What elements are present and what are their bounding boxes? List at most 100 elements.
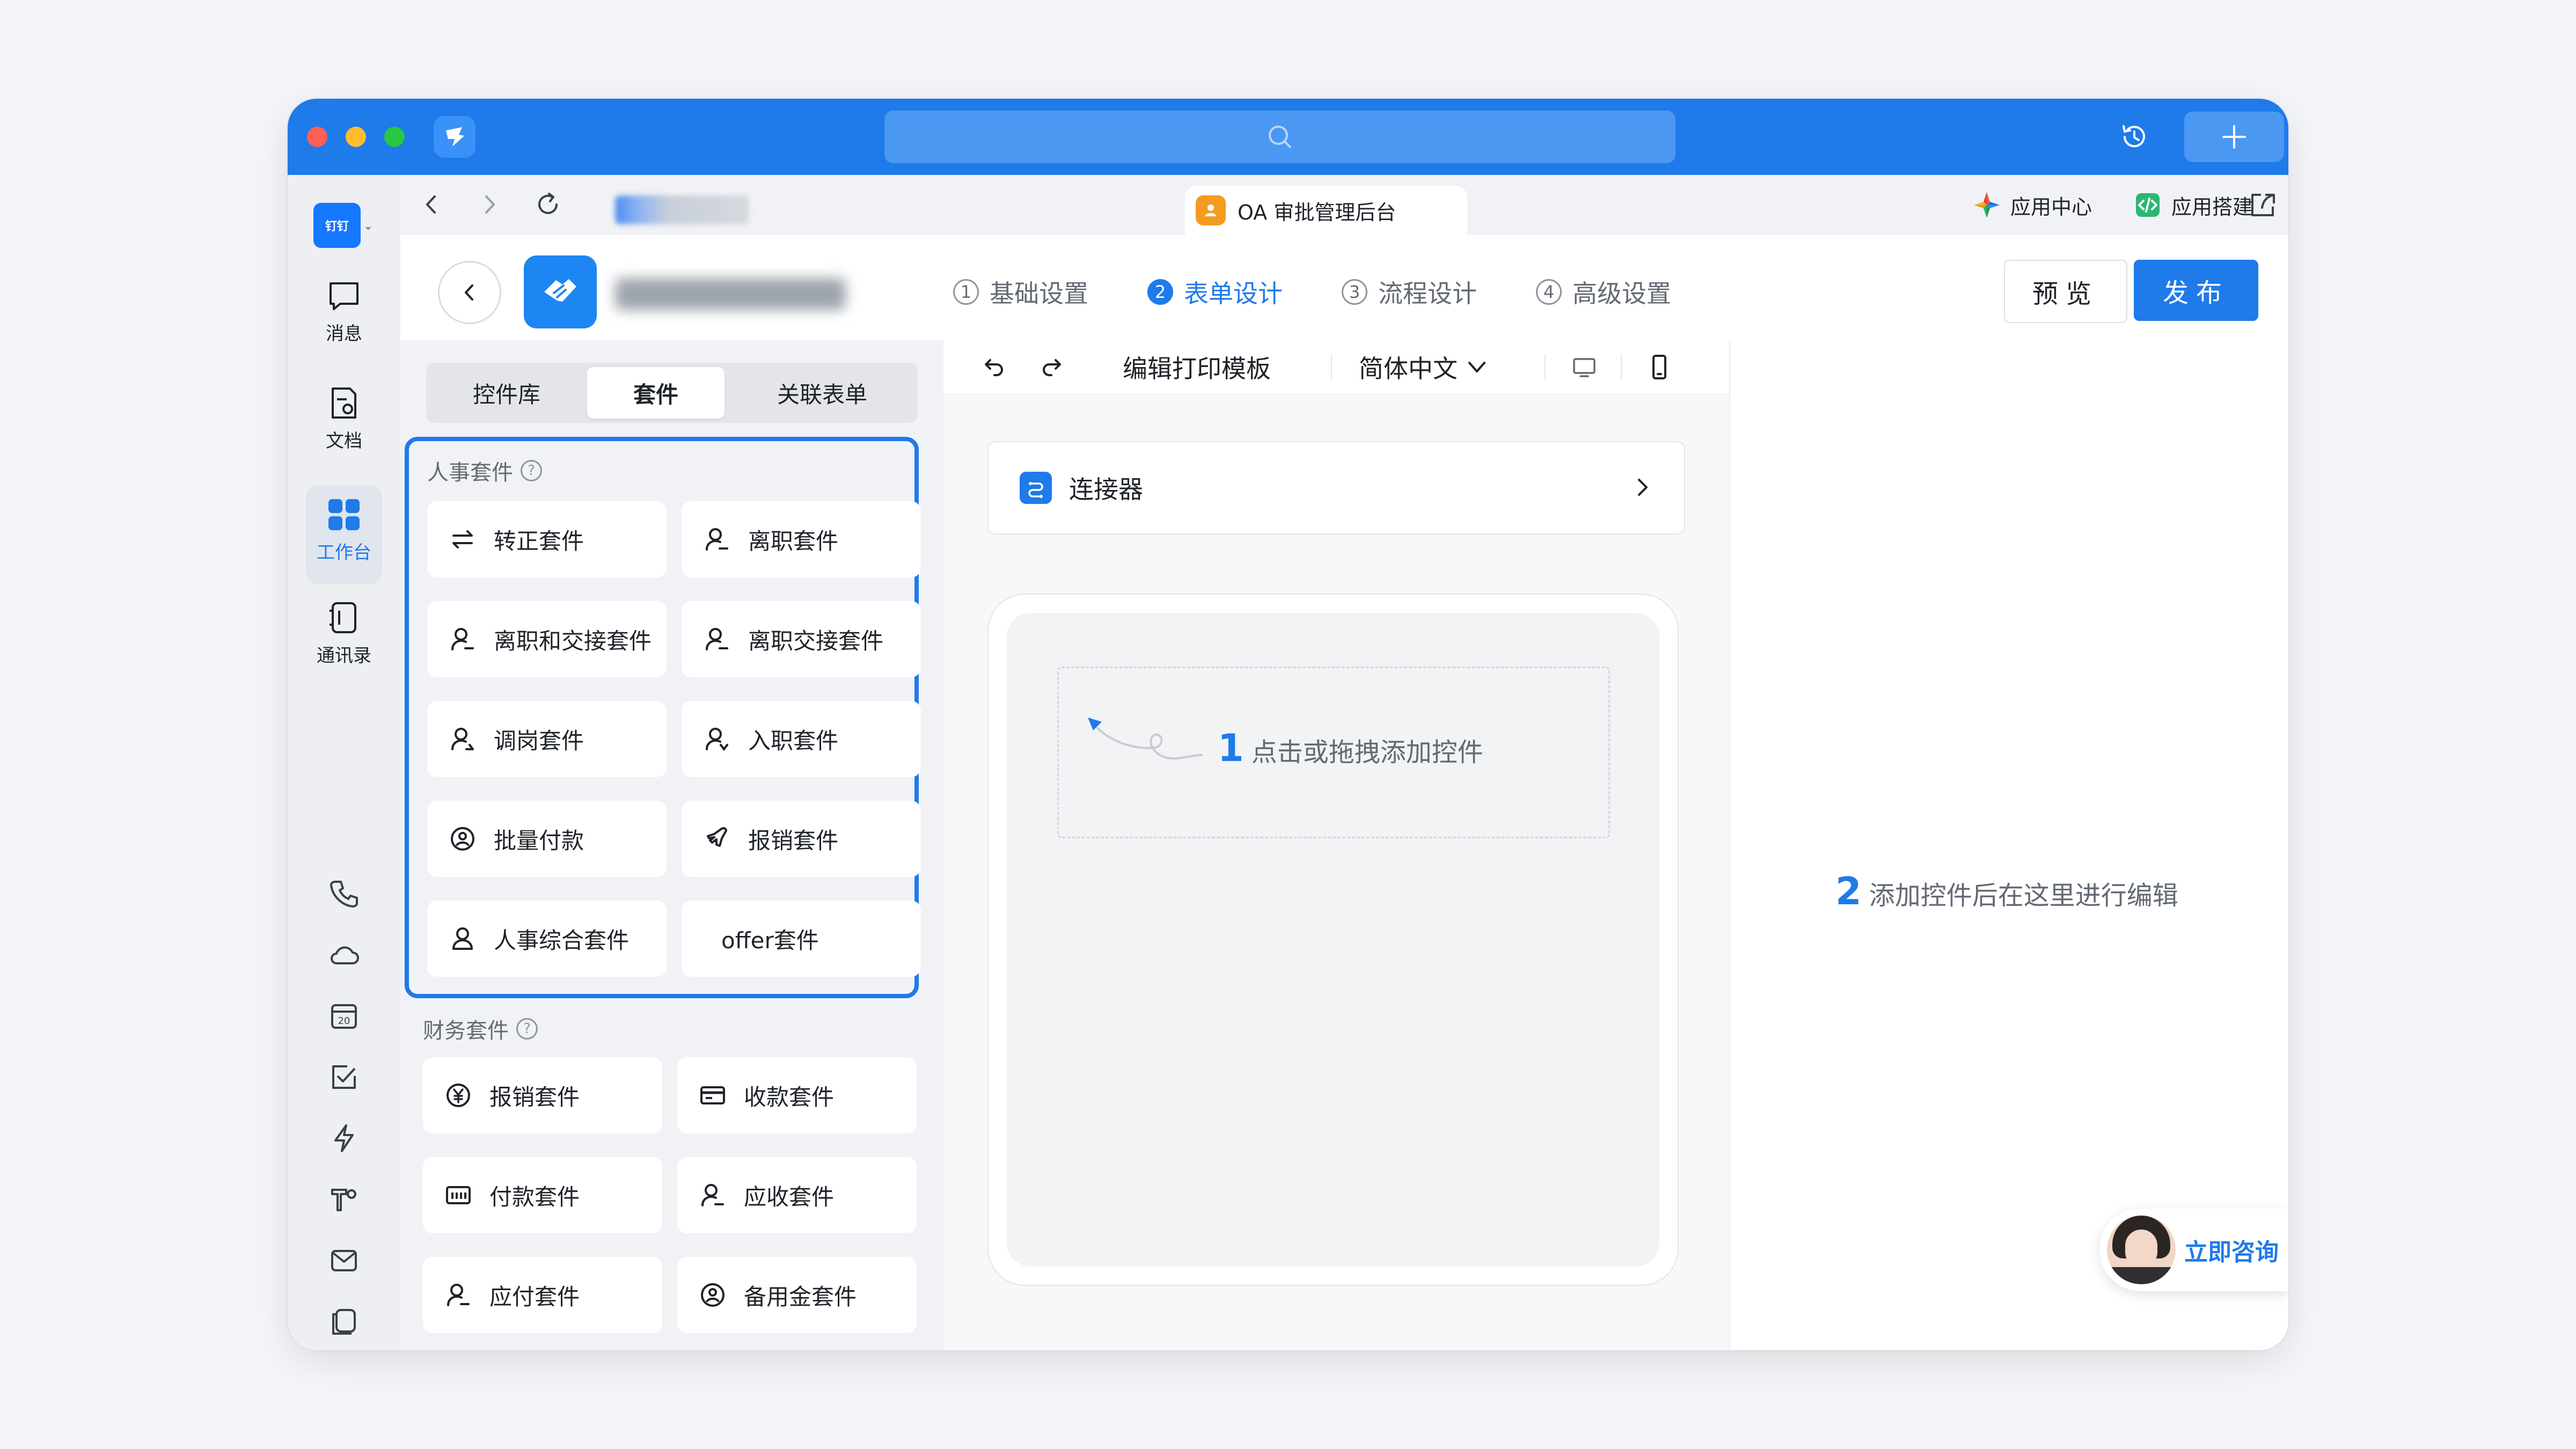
- kit-label: 调岗套件: [494, 727, 584, 754]
- app-center-link[interactable]: 应用中心: [1972, 187, 2092, 223]
- kit-card-resign-handover[interactable]: 离职和交接套件: [427, 601, 667, 677]
- kit-card-resignation[interactable]: 离职套件: [682, 501, 921, 577]
- kit-label: 应付套件: [489, 1283, 580, 1310]
- close-window-button[interactable]: [307, 127, 327, 147]
- help-icon[interactable]: ?: [516, 1018, 538, 1040]
- nav-notes[interactable]: [325, 1303, 363, 1341]
- control-drop-zone[interactable]: 1 点击或拖拽添加控件: [1057, 667, 1610, 838]
- drag-arrow-icon: [1088, 718, 1203, 760]
- language-select[interactable]: 简体中文: [1359, 350, 1489, 384]
- nav-todo[interactable]: [325, 1058, 363, 1096]
- kit-panel: 控件库 套件 关联表单 人事套件 ? 转正套件 离职套件 离职和交接套件 离职交…: [400, 340, 945, 1350]
- nav-item-message[interactable]: 消息: [306, 277, 382, 357]
- tools-icon: [331, 1189, 356, 1211]
- svg-text:20: 20: [338, 1015, 350, 1027]
- nav-label: 工作台: [317, 542, 371, 564]
- kit-label: 备用金套件: [744, 1283, 857, 1310]
- kit-card-regularization[interactable]: 转正套件: [427, 501, 667, 577]
- consult-now-button[interactable]: 立即咨询: [2099, 1209, 2288, 1291]
- tab-label: OA 审批管理后台: [1238, 200, 1396, 224]
- kit-label: 人事综合套件: [494, 927, 630, 954]
- nav-back-button[interactable]: [412, 186, 450, 223]
- kit-card-hr-general[interactable]: 人事综合套件: [427, 901, 667, 977]
- contacts-icon: [330, 602, 356, 633]
- plus-icon: [2222, 125, 2246, 149]
- message-icon: [330, 282, 358, 310]
- kit-card-payable[interactable]: 应付套件: [423, 1257, 662, 1333]
- nav-tools[interactable]: [325, 1181, 363, 1218]
- step-label: 流程设计: [1378, 279, 1477, 308]
- mobile-view-button[interactable]: [1642, 350, 1677, 384]
- nav-item-contacts[interactable]: 通讯录: [306, 599, 382, 679]
- lightning-icon: [334, 1124, 354, 1152]
- open-external-icon: [2251, 194, 2275, 216]
- kit-card-resign-handover-2[interactable]: 离职交接套件: [682, 601, 921, 677]
- toolbar-divider: [1331, 354, 1332, 380]
- nav-forward-button[interactable]: [471, 186, 509, 223]
- publish-button[interactable]: 发布: [2134, 260, 2258, 321]
- minimize-window-button[interactable]: [346, 127, 366, 147]
- nav-phone[interactable]: [325, 875, 363, 912]
- refresh-button[interactable]: [529, 186, 567, 223]
- app-builder-link[interactable]: 应用搭建: [2133, 187, 2253, 223]
- history-button[interactable]: [2114, 117, 2154, 157]
- properties-panel: 2 添加控件后在这里进行编辑: [1729, 340, 2288, 1350]
- consultant-avatar: [2107, 1216, 2176, 1284]
- kit-card-reserve-fund[interactable]: 备用金套件: [677, 1257, 917, 1333]
- plane-icon: [707, 827, 727, 847]
- search-icon: [1269, 126, 1291, 148]
- nav-item-document[interactable]: 文档: [306, 384, 382, 465]
- kit-card-batch-payment[interactable]: 批量付款: [427, 801, 667, 877]
- kit-card-collection[interactable]: 收款套件: [677, 1057, 917, 1133]
- global-search-bar[interactable]: [884, 111, 1675, 163]
- form-canvas: 连接器 1 点击或拖拽添加控件: [943, 395, 1729, 1350]
- kit-card-receivable[interactable]: 应收套件: [677, 1157, 917, 1233]
- calendar-icon: 20: [331, 1004, 357, 1029]
- step-number: 1: [953, 279, 979, 305]
- step-process-design[interactable]: 3 流程设计: [1342, 274, 1477, 310]
- tab-linked-forms[interactable]: 关联表单: [730, 367, 914, 419]
- nav-calendar[interactable]: 20: [325, 997, 363, 1035]
- tab-control-library[interactable]: 控件库: [430, 367, 583, 419]
- help-icon[interactable]: ?: [521, 460, 542, 481]
- step-basic-settings[interactable]: 1 基础设置: [953, 274, 1088, 310]
- new-button[interactable]: [2184, 112, 2284, 162]
- tab-oa-approval[interactable]: OA 审批管理后台: [1185, 186, 1467, 235]
- redo-button[interactable]: [1036, 350, 1070, 384]
- undo-button[interactable]: [976, 350, 1010, 384]
- toolbar-divider: [1545, 354, 1546, 380]
- kit-card-offer[interactable]: offer套件: [682, 901, 921, 977]
- kit-card-onboarding[interactable]: 入职套件: [682, 701, 921, 777]
- avatar-label: 钉钉: [325, 220, 349, 233]
- maximize-window-button[interactable]: [384, 127, 405, 147]
- preview-label: 预览: [2032, 279, 2099, 309]
- nav-cloud[interactable]: [325, 936, 363, 974]
- connector-row[interactable]: 连接器: [987, 441, 1685, 535]
- open-external-button[interactable]: [2244, 186, 2282, 223]
- chevron-down-icon: [1468, 362, 1485, 372]
- nav-mail[interactable]: [325, 1242, 363, 1279]
- cloud-icon: [331, 946, 359, 964]
- kit-card-reimbursement[interactable]: 报销套件: [682, 801, 921, 877]
- step-form-design[interactable]: 2 表单设计: [1147, 274, 1283, 310]
- batch-pay-icon: [451, 827, 474, 851]
- kit-card-finance-reimbursement[interactable]: 报销套件: [423, 1057, 662, 1133]
- tab-kits[interactable]: 套件: [587, 367, 724, 419]
- kit-card-payment[interactable]: 付款套件: [423, 1157, 662, 1233]
- step-advanced-settings[interactable]: 4 高级设置: [1536, 274, 1671, 310]
- nav-flash[interactable]: [325, 1119, 363, 1157]
- back-button[interactable]: [438, 261, 501, 324]
- kit-card-transfer[interactable]: 调岗套件: [427, 701, 667, 777]
- step-label: 高级设置: [1572, 279, 1671, 308]
- document-icon: [332, 387, 356, 419]
- preview-button[interactable]: 预览: [2004, 260, 2127, 323]
- step-label: 基础设置: [990, 279, 1088, 308]
- blurred-tab[interactable]: [615, 195, 749, 224]
- form-logo: [524, 255, 597, 328]
- person-transfer-icon: [451, 728, 474, 750]
- nav-item-workbench[interactable]: 工作台: [306, 485, 382, 584]
- avatar[interactable]: 钉钉: [313, 203, 361, 248]
- desktop-view-button[interactable]: [1567, 350, 1601, 384]
- yen-icon: [447, 1084, 470, 1107]
- edit-print-template-button[interactable]: 编辑打印模板: [1123, 350, 1271, 384]
